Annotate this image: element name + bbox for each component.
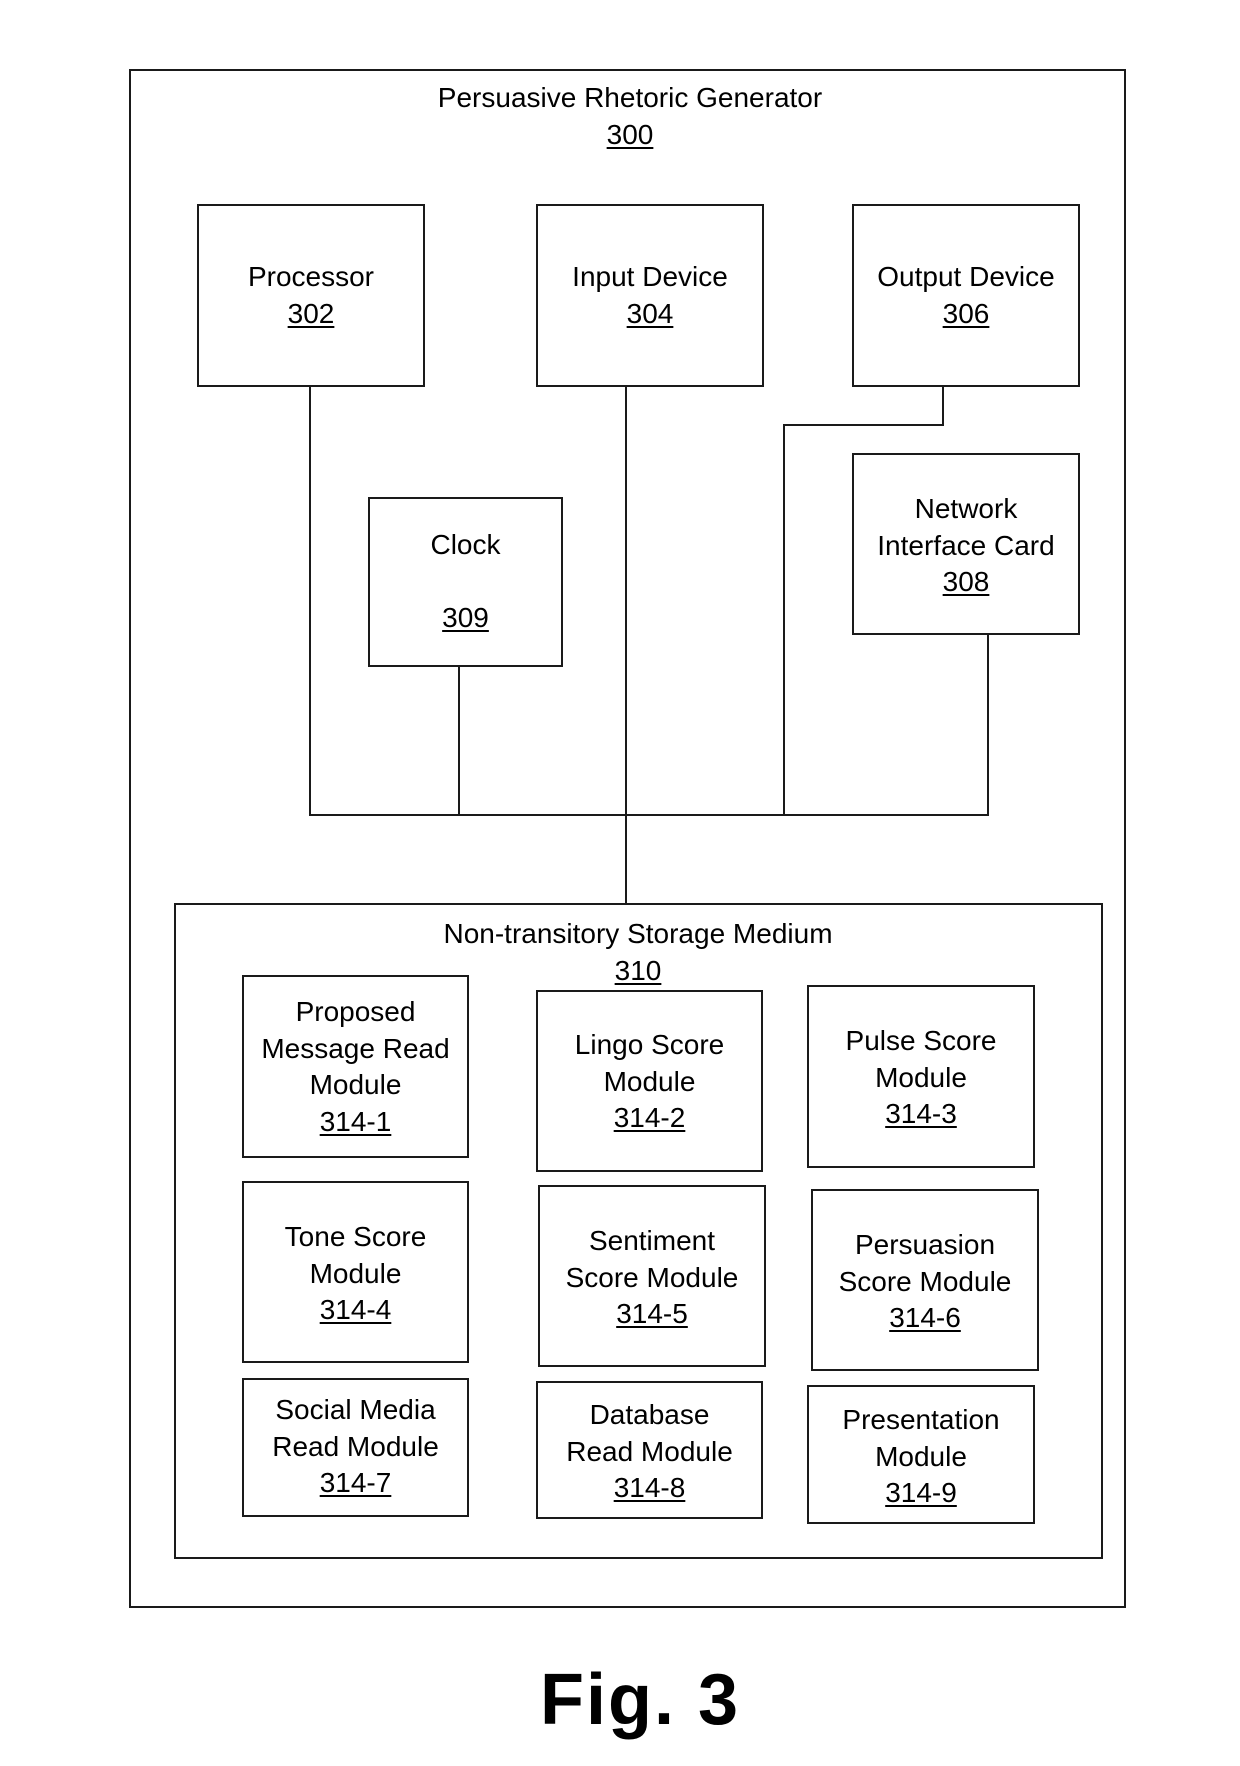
module-ref: 314-9 — [885, 1477, 957, 1508]
module-ref: 314-4 — [319, 1294, 392, 1325]
input-device-label: Input Device — [572, 261, 728, 292]
clock-label: Clock — [430, 529, 501, 560]
module-ref: 314-2 — [613, 1102, 686, 1133]
module-314-6: Persuasion Score Module 314-6 — [811, 1189, 1039, 1371]
module-ref: 314-3 — [885, 1098, 957, 1129]
processor-connector — [309, 386, 311, 816]
processor-label: Processor — [247, 261, 375, 292]
module-ref: 314-5 — [616, 1298, 688, 1329]
system-title: Persuasive Rhetoric Generator 300 — [330, 79, 930, 153]
module-label: Score Module — [838, 1265, 1012, 1297]
nic-ref: 308 — [942, 566, 990, 597]
clock-ref: 309 — [442, 602, 489, 633]
module-label: Lingo Score — [574, 1029, 725, 1060]
network-interface-card-box: Network Interface Card 308 — [852, 453, 1080, 635]
figure-label: Fig. 3 — [540, 1660, 741, 1740]
module-ref: 314-7 — [319, 1467, 392, 1498]
output-device-connector-drop — [942, 386, 944, 426]
module-label: Module — [875, 1061, 967, 1093]
system-title-text: Persuasive Rhetoric Generator — [437, 82, 823, 113]
nic-label-line-1: Network — [914, 493, 1018, 524]
system-bus — [309, 814, 989, 816]
module-314-3: Pulse Score Module 314-3 — [807, 985, 1035, 1168]
nic-connector — [987, 634, 989, 816]
input-device-box: Input Device 304 — [536, 204, 764, 387]
module-label: Sentiment — [588, 1225, 716, 1256]
storage-ref: 310 — [614, 955, 662, 986]
module-label: Score Module — [565, 1261, 739, 1293]
nic-label-line-2: Interface Card — [877, 529, 1055, 561]
module-314-8: Database Read Module 314-8 — [536, 1381, 763, 1519]
storage-title-text: Non-transitory Storage Medium — [443, 918, 833, 949]
module-314-7: Social Media Read Module 314-7 — [242, 1378, 469, 1517]
output-device-connector-vertical — [783, 424, 785, 816]
module-label: Social Media — [275, 1394, 436, 1425]
module-314-5: Sentiment Score Module 314-5 — [538, 1185, 766, 1367]
output-device-ref: 306 — [942, 297, 990, 329]
module-314-9: Presentation Module 314-9 — [807, 1385, 1035, 1524]
module-label: Module — [603, 1065, 696, 1097]
input-device-ref: 304 — [626, 297, 674, 329]
module-label: Read Module — [272, 1430, 439, 1462]
module-314-4: Tone Score Module 314-4 — [242, 1181, 469, 1363]
clock-box: Clock 309 — [368, 497, 563, 667]
output-device-connector-horizontal — [783, 424, 944, 426]
module-label: Proposed — [295, 996, 416, 1027]
module-label: Read Module — [566, 1435, 733, 1467]
module-label: Module — [875, 1440, 967, 1472]
module-label: Presentation — [842, 1404, 1000, 1435]
module-label: Message Read — [261, 1032, 450, 1064]
input-device-connector — [625, 386, 627, 904]
module-label: Tone Score — [284, 1221, 427, 1252]
output-device-box: Output Device 306 — [852, 204, 1080, 387]
module-label: Module — [309, 1069, 402, 1100]
output-device-label: Output Device — [877, 261, 1055, 292]
module-314-1: Proposed Message Read Module 314-1 — [242, 975, 469, 1158]
processor-box: Processor 302 — [197, 204, 425, 387]
module-ref: 314-8 — [613, 1472, 686, 1503]
module-ref: 314-6 — [889, 1302, 961, 1333]
processor-ref: 302 — [287, 297, 335, 329]
module-label: Pulse Score — [845, 1025, 997, 1056]
module-label: Module — [309, 1257, 402, 1289]
clock-connector — [458, 666, 460, 816]
module-ref: 314-1 — [319, 1105, 392, 1137]
module-314-2: Lingo Score Module 314-2 — [536, 990, 763, 1172]
module-label: Persuasion — [854, 1229, 996, 1260]
module-label: Database — [589, 1399, 710, 1430]
system-ref: 300 — [606, 119, 654, 150]
